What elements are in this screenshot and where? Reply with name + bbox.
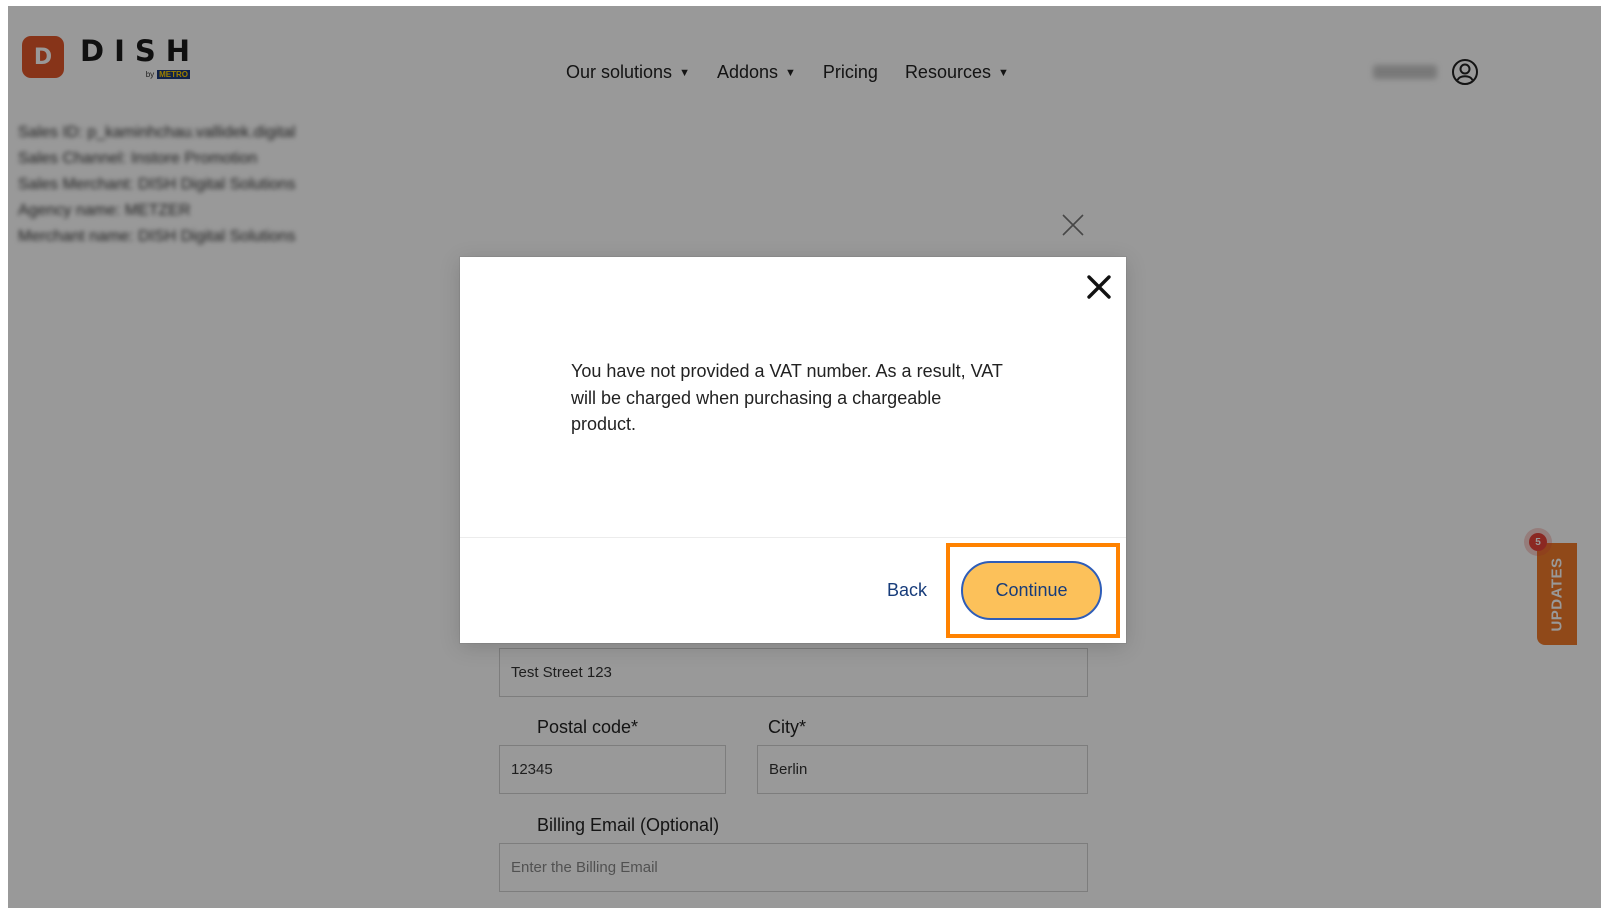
screen-edge-left (0, 0, 8, 908)
dialog-message: You have not provided a VAT number. As a… (571, 361, 1003, 434)
click-highlight (946, 543, 1120, 638)
close-icon[interactable] (1086, 274, 1112, 300)
screen-edge-top (0, 0, 1601, 6)
dialog-divider (460, 537, 1126, 538)
back-button[interactable]: Back (887, 580, 927, 601)
